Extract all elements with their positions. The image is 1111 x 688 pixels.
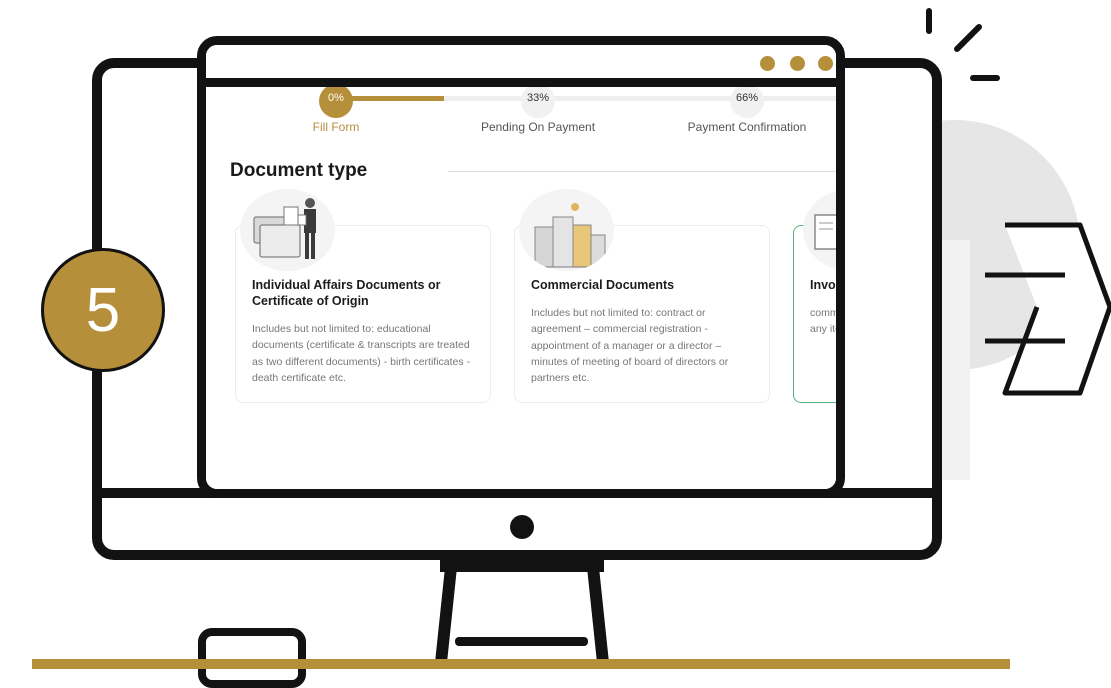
step-2-percent: 33%	[526, 92, 550, 104]
page-viewport: 0% Fill Form 33% Pending On Payment 66% …	[206, 87, 836, 489]
card-2-description: Includes but not limited to: contract or…	[531, 307, 729, 385]
buildings-illustration	[519, 189, 614, 271]
desk-surface	[32, 659, 1010, 669]
card-2-title: Commercial Documents	[531, 278, 675, 292]
card-1-description: Includes but not limited to: educational…	[252, 323, 471, 384]
card-3-title: Invoi	[810, 278, 836, 292]
section-divider	[448, 171, 836, 172]
step-number-badge: 5	[41, 248, 165, 372]
monitor-neck-right	[586, 565, 610, 665]
step-3-label[interactable]: Payment Confirmation	[667, 120, 827, 134]
section-title: Document type	[230, 160, 368, 181]
next-arrow-icon	[985, 222, 1111, 396]
monitor-neck-left	[434, 565, 458, 665]
window-dot-2[interactable]	[790, 56, 805, 71]
person-with-documents-illustration	[240, 189, 335, 271]
window-dot-1[interactable]	[760, 56, 775, 71]
window-dot-3[interactable]	[818, 56, 833, 71]
step-3-percent: 66%	[735, 92, 759, 104]
monitor-base	[455, 637, 588, 646]
card-1-title: Individual Affairs Documents or Certific…	[252, 278, 441, 308]
monitor-neck-top	[440, 560, 604, 572]
card-3-description-line-2: any ite	[810, 323, 836, 335]
step-1-label[interactable]: Fill Form	[256, 120, 416, 134]
step-1-percent: 0%	[328, 92, 344, 104]
browser-title-bar	[206, 45, 836, 87]
card-3-description-line-1: comm	[810, 307, 836, 319]
browser-window: 0% Fill Form 33% Pending On Payment 66% …	[197, 36, 845, 498]
monitor-power-dot	[510, 515, 534, 539]
step-2-label[interactable]: Pending On Payment	[458, 120, 618, 134]
desk-mug	[198, 628, 306, 688]
